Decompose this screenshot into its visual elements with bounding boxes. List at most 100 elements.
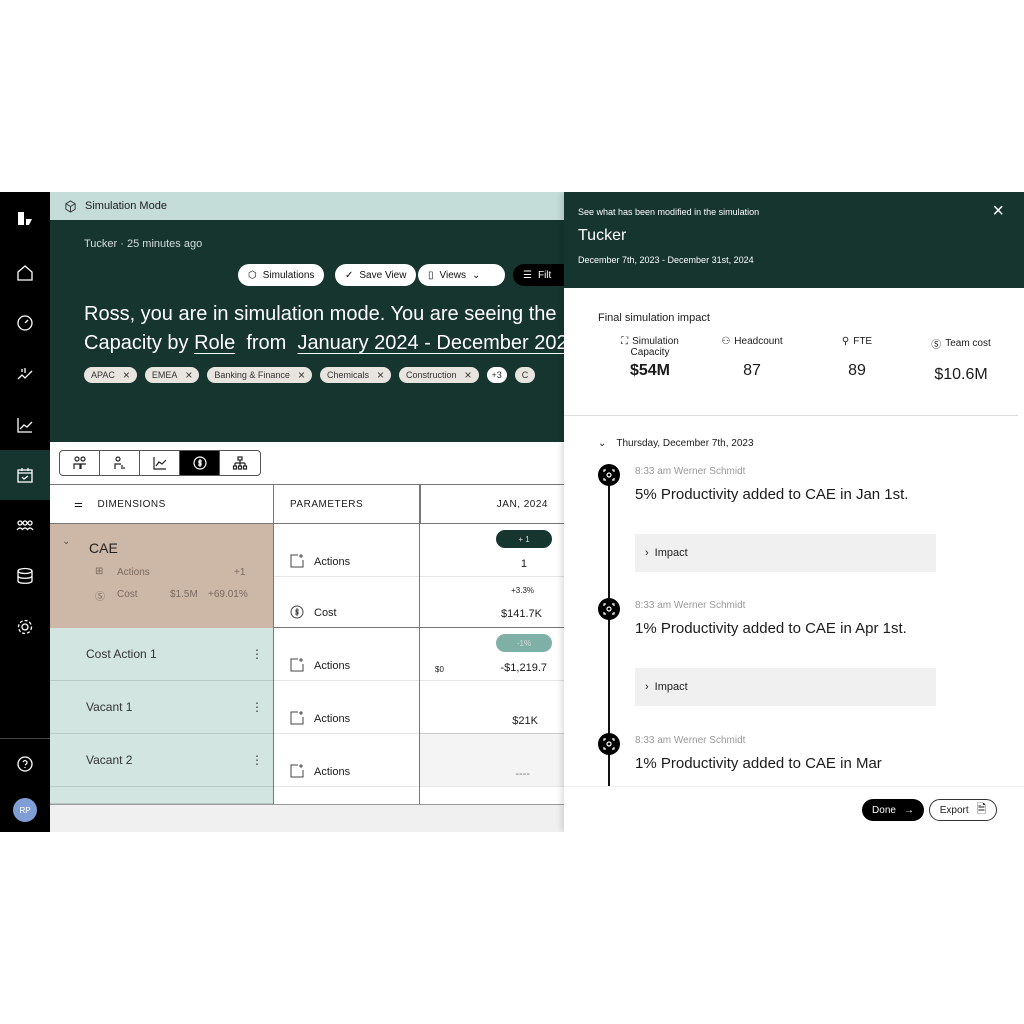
value-cell[interactable]: + 1 1 [420,524,564,577]
parameter-label: Cost [314,607,337,619]
filter-chip[interactable]: APAC × [84,367,137,383]
parameter-row[interactable]: Actions [274,681,419,734]
line-chart-icon[interactable] [0,400,50,450]
simulation-mode-banner: Simulation Mode [50,192,564,220]
help-icon[interactable] [0,739,50,789]
more-vertical-icon[interactable]: ⋮ [251,753,263,767]
close-icon[interactable]: × [465,368,472,382]
parameter-row[interactable]: Actions [274,524,419,577]
org-chart-view-button[interactable] [220,451,260,475]
app: RP Simulation Mode Tucker · 25 minutes a… [0,192,1024,832]
headline-text: Ross, you are in [84,303,235,325]
avatar[interactable]: RP [13,798,37,822]
people-view-button[interactable] [60,451,100,475]
simulations-label: Simulations [262,269,315,281]
dimensions-header[interactable]: ⚌ DIMENSIONS [50,485,273,524]
metric-label: Simulation [632,336,679,347]
cell-value: $141.7K [501,608,542,620]
filter-chip[interactable]: Chemicals × [319,367,391,383]
close-icon[interactable]: × [377,368,384,382]
cube-icon [65,199,76,213]
value-cell[interactable]: $21K [420,681,564,734]
more-filters-chip[interactable]: +3 [486,367,507,383]
role-selector[interactable]: Role [194,332,235,354]
dimension-row[interactable]: Vacant 2 ⋮ [50,734,273,787]
save-view-button[interactable]: ✓ Save View [335,264,417,286]
person-chart-view-button[interactable] [100,451,140,475]
save-view-label: Save View [359,269,407,281]
close-icon[interactable]: × [185,368,192,382]
impact-toggle[interactable]: › Impact [635,668,936,706]
actions-label: Actions [117,567,150,578]
chip-label: EMEA [151,370,178,380]
metric-label: Team cost [945,338,991,349]
more-vertical-icon[interactable]: ⋮ [251,647,263,661]
logo[interactable] [0,194,50,244]
chevron-right-icon: › [645,681,649,693]
simulations-button[interactable]: ⬡ Simulations [238,264,325,286]
impact-toggle[interactable]: › Impact [635,534,936,572]
date-group-label: Thursday, December 7th, 2023 [616,438,754,449]
event-author: 8:33 am Werner Schmidt [635,735,746,746]
close-icon[interactable]: × [298,368,305,382]
speedometer-icon[interactable] [0,298,50,348]
filter-chip[interactable]: C [514,367,536,383]
value-cell[interactable]: +3.3% $141.7K [420,577,564,628]
dimension-row[interactable]: Vacant 1 ⋮ [50,681,273,734]
parameter-row[interactable]: Cost [274,577,419,628]
done-button[interactable]: Done → [862,799,924,821]
chart-dots-icon[interactable] [0,349,50,399]
more-vertical-icon[interactable]: ⋮ [251,700,263,714]
date-group-header[interactable]: ⌄ Thursday, December 7th, 2023 [598,438,754,449]
parameter-row[interactable]: Actions [274,734,419,787]
line-chart-view-button[interactable] [140,451,180,475]
dimensions-column: ⚌ DIMENSIONS ⌄ CAE ⊞ Actions +1 Ⓢ Cost $1… [50,485,274,805]
filter-chip[interactable]: Construction × [398,367,479,383]
value-cell[interactable]: -1% $0 -$1,219.7 [420,628,564,681]
parameter-label: Actions [314,660,351,672]
row-name: Cost Action 1 [86,647,157,661]
author-meta: Tucker · 25 minutes ago [84,238,203,250]
panel-title: Tucker [578,227,627,244]
dollar-icon: Ⓢ [95,592,105,603]
sidebar: RP [0,192,50,832]
impact-label: Impact [654,547,688,559]
calendar-check-icon[interactable] [0,450,50,500]
database-icon[interactable] [0,551,50,601]
metric-value: 87 [743,362,761,379]
change-badge: -1% [496,634,552,652]
value-cell[interactable]: ---- [420,734,564,787]
headline-text: from [235,332,298,354]
simulation-changes-panel: See what has been modified in the simula… [564,192,1024,832]
chevron-down-icon[interactable]: ⌄ [62,536,70,547]
parameter-label: Actions [314,766,351,778]
event-author: 8:33 am Werner Schmidt [635,600,746,611]
close-icon[interactable]: × [992,200,1004,223]
gear-icon[interactable] [0,602,50,652]
close-icon[interactable]: × [123,368,130,382]
home-icon[interactable] [0,248,50,298]
cell-value: -$1,219.7 [500,662,547,674]
metric-fte: ⚲ FTE 89 [827,336,887,380]
export-button[interactable]: Export 🗎 [929,799,997,821]
date-range-selector[interactable]: January 2024 - December 2024 [297,332,578,354]
dimension-row[interactable]: Cost Action 1 ⋮ [50,628,273,681]
cost-view-button[interactable] [180,451,220,475]
filter-chip[interactable]: Banking & Finance × [207,367,312,383]
filter-chip[interactable]: EMEA × [144,367,200,383]
hero: Tucker · 25 minutes ago ⬡ Simulations ✓ Sa… [50,220,593,442]
team-icon[interactable] [0,501,50,551]
person-clock-icon: ⚲ [841,336,850,347]
dimension-row-cae[interactable]: ⌄ CAE ⊞ Actions +1 Ⓢ Cost $1.5M +69.01% [50,524,273,628]
simulation-grid: ⚌ DIMENSIONS ⌄ CAE ⊞ Actions +1 Ⓢ Cost $1… [50,484,564,805]
metric-team-cost: Ⓢ Team cost $10.6M [924,336,998,384]
cell-value: ---- [515,768,530,780]
parameter-row[interactable]: Actions [274,628,419,681]
filters-label: Filt [537,269,552,281]
simulation-impact: Final simulation impact ⛶ Simulation Capac… [564,288,1018,416]
main: Simulation Mode Tucker · 25 minutes ago … [50,192,593,832]
chevron-down-icon: ⌄ [472,269,481,281]
headline-bold: simulation mode. [234,303,386,325]
row-name: Vacant 2 [86,753,133,767]
views-dropdown[interactable]: ▯ Views ⌄ [418,264,505,286]
